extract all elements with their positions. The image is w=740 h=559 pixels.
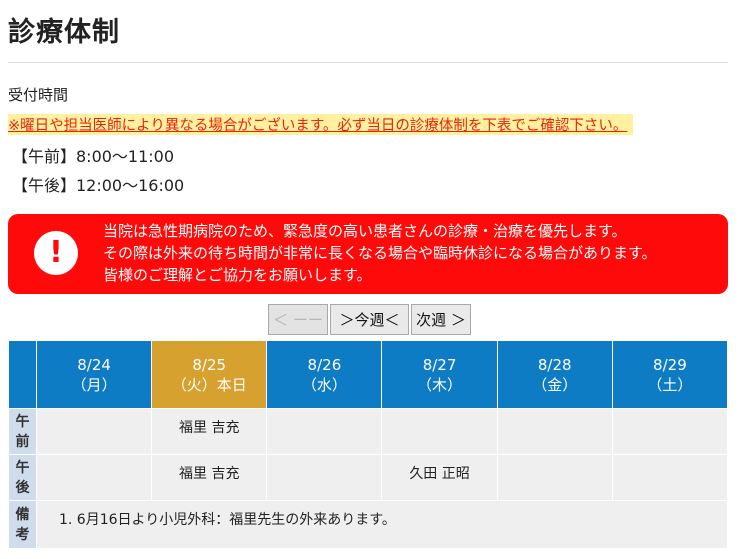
schedule-cell: 久田 正昭 — [381, 454, 498, 501]
schedule-cell — [266, 408, 383, 455]
schedule-notice: ※曜日や担当医師により異なる場合がございます。必ず当日の診療体制を下表でご確認下… — [8, 114, 634, 135]
this-week-button[interactable]: ＞今週＜ — [330, 304, 409, 335]
morning-hours: 【午前】8:00〜11:00 — [12, 147, 175, 166]
schedule-cell — [496, 454, 613, 501]
week-navigation: ＜ ーー ＞今週＜ 次週 ＞ — [268, 304, 471, 335]
priority-alert: ! 当院は急性期病院のため、緊急度の高い患者さんの診療・治療を優先します。 その… — [8, 214, 728, 294]
page-title: 診療体制 — [8, 17, 120, 48]
exclamation-icon: ! — [34, 231, 78, 275]
table-row-note: 備考 1. 6月16日より小児外科：福里先生の外来あります。 — [8, 500, 728, 549]
row-label-note: 備考 — [8, 500, 37, 549]
table-row-pm: 午後 福里 吉充 久田 正昭 — [8, 454, 729, 501]
day-header: 8/26 （水） — [266, 340, 383, 409]
table-row-am: 午前 福里 吉充 — [8, 408, 729, 455]
day-header: 8/28 （金） — [496, 340, 613, 409]
row-label-am: 午前 — [8, 408, 37, 455]
day-header: 8/27 （木） — [381, 340, 498, 409]
schedule-cell — [496, 408, 613, 455]
schedule-cell — [35, 408, 153, 455]
schedule-cell: 福里 吉充 — [151, 454, 268, 501]
day-header-today: 8/25 （火）本日 — [151, 340, 268, 409]
reception-hours-heading: 受付時間 — [8, 86, 69, 104]
alert-line: その際は外来の待ち時間が非常に長くなる場合や臨時休診になる場合があります。 — [103, 244, 657, 262]
day-header: 8/29 （土） — [611, 340, 729, 409]
schedule-cell — [381, 408, 498, 455]
alert-line: 皆様のご理解とご協力をお願いします。 — [103, 266, 372, 284]
afternoon-hours: 【午後】12:00〜16:00 — [12, 176, 185, 195]
alert-message: 当院は急性期病院のため、緊急度の高い患者さんの診療・治療を優先します。 その際は… — [103, 220, 657, 286]
alert-line: 当院は急性期病院のため、緊急度の高い患者さんの診療・治療を優先します。 — [103, 222, 627, 240]
row-label-pm: 午後 — [8, 454, 37, 501]
title-divider — [8, 62, 728, 63]
day-header: 8/24 （月） — [35, 340, 153, 409]
previous-week-button[interactable]: ＜ ーー — [268, 304, 328, 335]
next-week-button[interactable]: 次週 ＞ — [411, 304, 471, 335]
schedule-cell — [611, 454, 729, 501]
schedule-table: 8/24 （月） 8/25 （火）本日 8/26 （水） 8/27 （木） 8/28 （金… — [8, 340, 729, 549]
table-corner — [8, 340, 37, 409]
schedule-cell: 福里 吉充 — [151, 408, 268, 455]
schedule-cell — [266, 454, 383, 501]
note-cell: 1. 6月16日より小児外科：福里先生の外来あります。 — [36, 500, 728, 549]
schedule-cell — [35, 454, 153, 501]
schedule-cell — [611, 408, 729, 455]
